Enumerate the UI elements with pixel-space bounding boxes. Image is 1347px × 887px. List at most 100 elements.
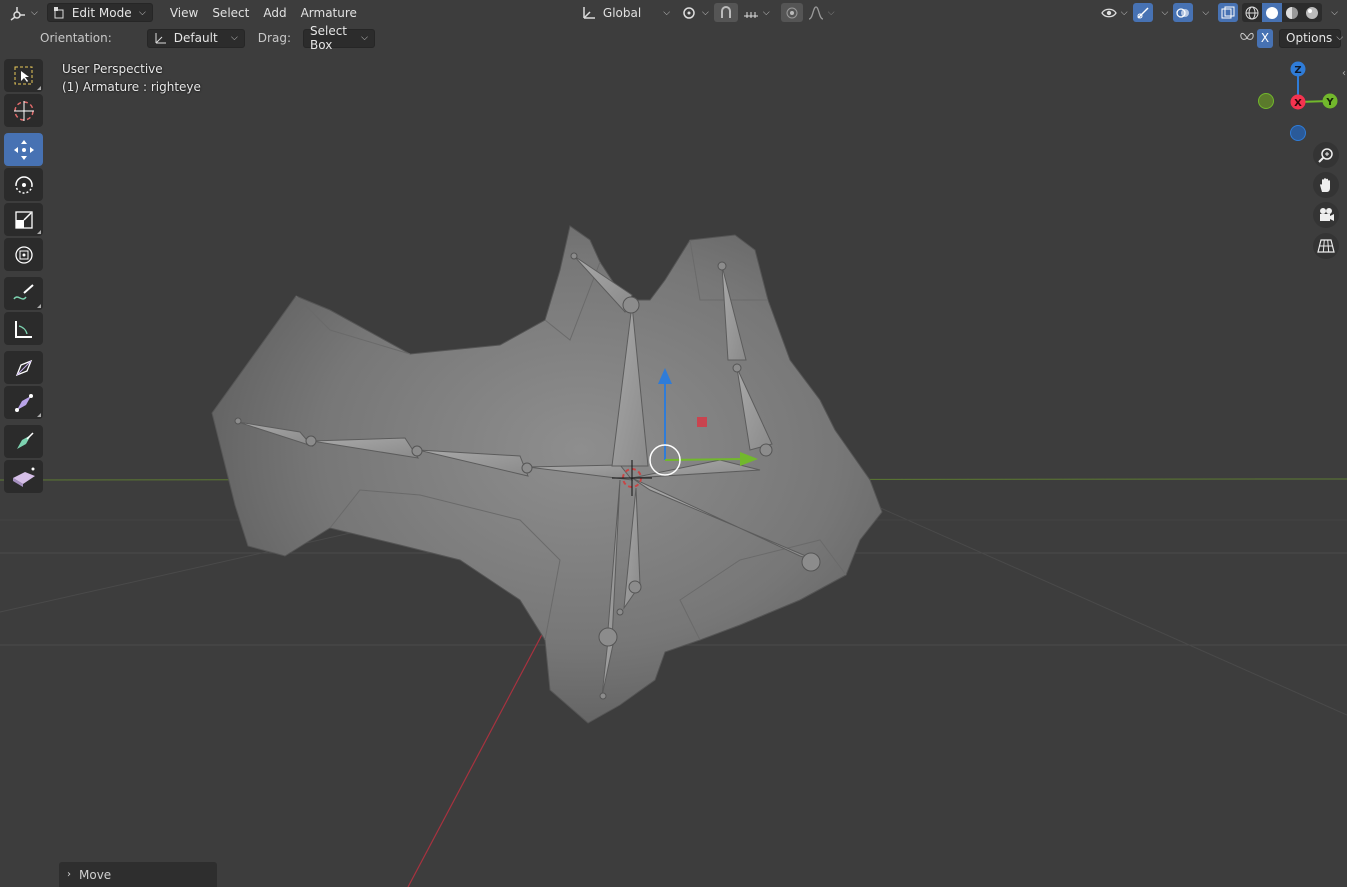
menu-armature[interactable]: Armature <box>294 3 364 22</box>
tool-scale[interactable] <box>4 203 43 236</box>
solid-sphere-icon <box>1266 6 1279 19</box>
toolbar-group-bone <box>4 351 44 419</box>
toolbar-group-extrude <box>4 425 44 493</box>
gizmo-toggle[interactable] <box>1132 3 1153 22</box>
chevron-down-icon: ⌵ <box>827 7 835 18</box>
3d-viewport[interactable] <box>0 0 1347 887</box>
eye-icon <box>1100 8 1117 17</box>
falloff-dropdown[interactable]: ⌵ <box>803 3 840 22</box>
tool-bone-size[interactable] <box>4 386 43 419</box>
scale-icon <box>14 210 33 229</box>
drag-label: Drag: <box>257 31 291 45</box>
neg-z-axis-handle[interactable] <box>1290 125 1306 141</box>
material-sphere-icon <box>1286 6 1299 19</box>
tool-annotate[interactable] <box>4 277 43 310</box>
pivot-icon <box>683 6 695 19</box>
butterfly-mirror-icon <box>1240 32 1254 40</box>
select-box-icon <box>14 66 32 84</box>
operator-label: Move <box>79 867 112 882</box>
viewport-header: ⌵ Edit Mode ⌵ View Select Add Armature G… <box>0 0 1347 25</box>
neg-y-axis-handle[interactable] <box>1258 93 1274 109</box>
tool-roll[interactable] <box>4 351 43 384</box>
chevron-down-icon: ⌵ <box>31 7 38 18</box>
measure-icon <box>14 320 32 338</box>
mirror-x-button[interactable]: X <box>1257 28 1273 48</box>
chevron-right-icon: › <box>67 869 71 880</box>
shading-wireframe-button[interactable] <box>1242 3 1262 22</box>
tool-extrude[interactable] <box>4 425 43 458</box>
annotate-icon <box>12 283 34 300</box>
rotate-icon <box>14 175 33 194</box>
y-axis-label: Y <box>1325 97 1334 108</box>
options-dropdown[interactable]: Options ⌵ <box>1279 28 1343 48</box>
header-menus: View Select Add Armature <box>163 3 364 22</box>
x-axis-label: X <box>1294 98 1302 109</box>
wireframe-sphere-icon <box>1245 6 1259 19</box>
xray-toggle[interactable] <box>1218 3 1239 22</box>
snap-toggle[interactable] <box>713 3 738 22</box>
menu-add[interactable]: Add <box>256 3 293 22</box>
tool-bone-envelope[interactable] <box>4 460 43 493</box>
overlay-icon <box>1176 7 1190 18</box>
xray-icon <box>1221 6 1235 18</box>
proportional-edit-icon <box>786 7 798 18</box>
snap-target-dropdown[interactable]: ⌵ <box>738 3 775 22</box>
scene-canvas <box>0 225 1347 887</box>
bone-envelope-icon <box>12 467 35 487</box>
viewport-info: User Perspective (1) Armature : righteye <box>62 60 201 96</box>
overlay-dropdown[interactable]: ⌵ <box>1193 3 1214 22</box>
shading-solid-button[interactable] <box>1262 3 1283 22</box>
ortho-grid-icon <box>1317 239 1335 253</box>
shading-rendered-button[interactable] <box>1302 3 1322 22</box>
tool-transform[interactable] <box>4 238 43 271</box>
toolbar-group-transform <box>4 133 44 271</box>
snap-icon <box>720 5 731 18</box>
zoom-button[interactable] <box>1313 142 1339 168</box>
shading-material-button[interactable] <box>1282 3 1302 22</box>
edit-mode-icon <box>53 6 64 18</box>
mode-dropdown[interactable]: Edit Mode ⌵ <box>46 3 153 22</box>
drag-value: Select Box <box>309 24 348 52</box>
last-operator-panel[interactable]: › Move <box>59 862 217 887</box>
roll-icon <box>15 359 32 376</box>
orientation-axes-icon <box>155 33 166 44</box>
pivot-point-dropdown[interactable]: ⌵ <box>675 3 714 22</box>
overlay-toggle[interactable] <box>1173 3 1194 22</box>
chevron-down-icon: ⌵ <box>1202 7 1210 18</box>
transform-orientation-dropdown[interactable]: Global ⌵ <box>576 3 675 22</box>
gizmo-dropdown[interactable]: ⌵ <box>1153 3 1174 22</box>
options-label: Options <box>1286 31 1333 45</box>
active-object-label: (1) Armature : righteye <box>62 80 201 94</box>
ortho-toggle-button[interactable] <box>1313 233 1339 259</box>
transform-icon <box>14 245 33 264</box>
tool-rotate[interactable] <box>4 168 43 201</box>
collapse-arrow-icon[interactable]: ‹ <box>1342 68 1346 79</box>
chevron-down-icon: ⌵ <box>1331 7 1338 18</box>
shading-dropdown[interactable]: ⌵ <box>1322 3 1343 22</box>
orientation-axes-icon <box>583 6 595 19</box>
mesh-object <box>211 225 883 724</box>
orientation-dropdown[interactable]: Default ⌵ <box>146 28 245 48</box>
navigation-gizmo[interactable]: Z Y X ‹ <box>1250 56 1347 146</box>
mirror-toggle[interactable] <box>1237 29 1257 48</box>
menu-view[interactable]: View <box>163 3 205 22</box>
cursor-icon <box>13 100 34 121</box>
pan-button[interactable] <box>1313 172 1339 198</box>
menu-select[interactable]: Select <box>205 3 256 22</box>
drag-dropdown[interactable]: Select Box ⌵ <box>302 24 375 52</box>
tool-move[interactable] <box>4 133 43 166</box>
chevron-down-icon: ⌵ <box>663 7 671 18</box>
proportional-edit-toggle[interactable] <box>780 3 803 22</box>
tool-cursor[interactable] <box>4 94 43 127</box>
mode-label: Edit Mode <box>71 5 132 20</box>
tool-measure[interactable] <box>4 312 43 345</box>
pan-hand-icon <box>1320 178 1330 192</box>
editor-type-button[interactable]: ⌵ <box>4 3 43 22</box>
tool-select-box[interactable] <box>4 59 43 92</box>
camera-view-button[interactable] <box>1313 202 1339 228</box>
snap-increment-icon <box>743 11 758 18</box>
3d-viewport-icon <box>10 6 25 21</box>
visibility-dropdown[interactable]: ⌵ <box>1096 3 1133 22</box>
toolbar-group-select <box>4 59 44 127</box>
chevron-down-icon: ⌵ <box>762 7 770 18</box>
